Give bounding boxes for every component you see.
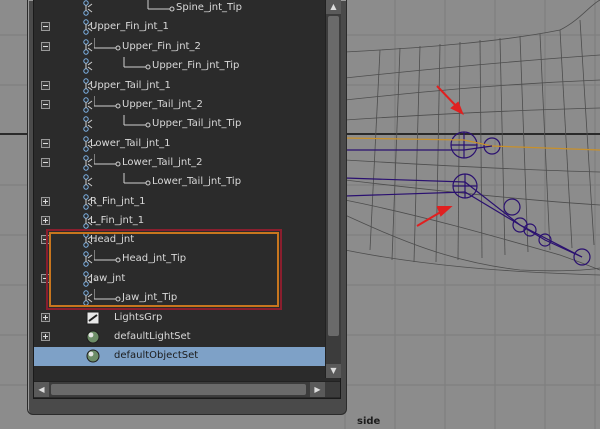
collapse-icon[interactable] [41, 42, 50, 51]
outliner-item[interactable]: Head_jnt [34, 231, 325, 250]
scroll-down-icon[interactable]: ▼ [326, 364, 341, 378]
scroll-up-icon[interactable]: ▲ [326, 0, 341, 14]
scroll-right-icon[interactable]: ▶ [310, 382, 325, 397]
outliner-item-label: R_Fin_jnt_1 [90, 196, 146, 207]
outliner-item-label: Jaw_jnt [90, 273, 126, 284]
outliner-item[interactable]: L_Fin_jnt_1 [34, 212, 325, 231]
outliner-item-label: Upper_Fin_jnt_1 [90, 21, 169, 32]
vertical-scroll-thumb[interactable] [328, 16, 339, 336]
collapse-icon[interactable] [41, 22, 50, 31]
collapse-icon[interactable] [41, 100, 50, 109]
outliner-item-label: Lower_Tail_jnt_1 [90, 138, 171, 149]
outliner-list[interactable]: Spine_jnt_Tip Upper_Fin_jnt_1 Upper_Fin_jn… [34, 0, 325, 378]
outliner-item-label: Upper_Tail_jnt_1 [90, 80, 171, 91]
outliner-item[interactable]: Jaw_jnt_Tip [34, 289, 325, 308]
outliner-item[interactable]: Upper_Tail_jnt_1 [34, 77, 325, 96]
expand-icon[interactable] [41, 313, 50, 322]
outliner-item[interactable]: R_Fin_jnt_1 [34, 193, 325, 212]
viewport-label: side [357, 416, 381, 427]
set-icon [86, 349, 100, 363]
outliner-item[interactable]: defaultObjectSet [34, 347, 325, 366]
outliner-item-label: L_Fin_jnt_1 [90, 215, 145, 226]
outliner-item[interactable]: Upper_Fin_jnt_Tip [34, 57, 325, 76]
collapse-icon[interactable] [41, 235, 50, 244]
outliner-item-label: Upper_Tail_jnt_Tip [152, 118, 242, 129]
collapse-icon[interactable] [41, 139, 50, 148]
outliner-item-label: Upper_Fin_jnt_Tip [152, 60, 240, 71]
outliner-item-label: LightsGrp [114, 312, 163, 323]
group-icon [86, 311, 100, 325]
outliner-item[interactable]: Upper_Fin_jnt_1 [34, 18, 325, 37]
collapse-icon[interactable] [41, 274, 50, 283]
outliner-item-label: defaultLightSet [114, 331, 191, 342]
outliner-item[interactable]: defaultLightSet [34, 328, 325, 347]
outliner-item-label: Lower_Tail_jnt_2 [122, 157, 203, 168]
outliner-item-label: Lower_Tail_jnt_Tip [152, 176, 242, 187]
outliner-item[interactable]: Jaw_jnt [34, 270, 325, 289]
outliner-window[interactable]: Spine_jnt_Tip Upper_Fin_jnt_1 Upper_Fin_jn… [27, 0, 347, 415]
fish-wireframe [344, 0, 600, 276]
outliner-item[interactable]: LightsGrp [34, 309, 325, 328]
set-icon [86, 330, 100, 344]
outliner-item-label: Jaw_jnt_Tip [122, 292, 178, 303]
outliner-item-label: Upper_Tail_jnt_2 [122, 99, 203, 110]
outliner-item[interactable]: Upper_Tail_jnt_Tip [34, 115, 325, 134]
horizontal-scrollbar[interactable]: ◀ ▶ [34, 381, 340, 397]
outliner-panel: Spine_jnt_Tip Upper_Fin_jnt_1 Upper_Fin_jn… [33, 0, 341, 399]
outliner-item[interactable]: Upper_Fin_jnt_2 [34, 38, 325, 57]
outliner-item[interactable]: Lower_Tail_jnt_1 [34, 135, 325, 154]
outliner-item-label: Spine_jnt_Tip [176, 2, 242, 13]
collapse-icon[interactable] [41, 158, 50, 167]
outliner-item[interactable]: Upper_Tail_jnt_2 [34, 96, 325, 115]
outliner-item-label: defaultObjectSet [114, 350, 199, 361]
outliner-item[interactable]: Spine_jnt_Tip [34, 0, 325, 18]
annotation-arrows [416, 85, 464, 227]
expand-icon[interactable] [41, 332, 50, 341]
scroll-left-icon[interactable]: ◀ [34, 382, 49, 397]
collapse-icon[interactable] [41, 81, 50, 90]
outliner-item[interactable]: Head_jnt_Tip [34, 250, 325, 269]
vertical-scrollbar[interactable]: ▲ ▼ [325, 0, 341, 378]
expand-icon[interactable] [41, 216, 50, 225]
outliner-item-label: Head_jnt_Tip [122, 253, 187, 264]
outliner-item-label: Head_jnt [90, 234, 135, 245]
joint-chain [344, 131, 600, 266]
outliner-item[interactable]: Lower_Tail_jnt_Tip [34, 173, 325, 192]
expand-icon[interactable] [41, 197, 50, 206]
horizontal-scroll-thumb[interactable] [51, 384, 306, 395]
outliner-item-label: Upper_Fin_jnt_2 [122, 41, 201, 52]
outliner-item[interactable]: Lower_Tail_jnt_2 [34, 154, 325, 173]
